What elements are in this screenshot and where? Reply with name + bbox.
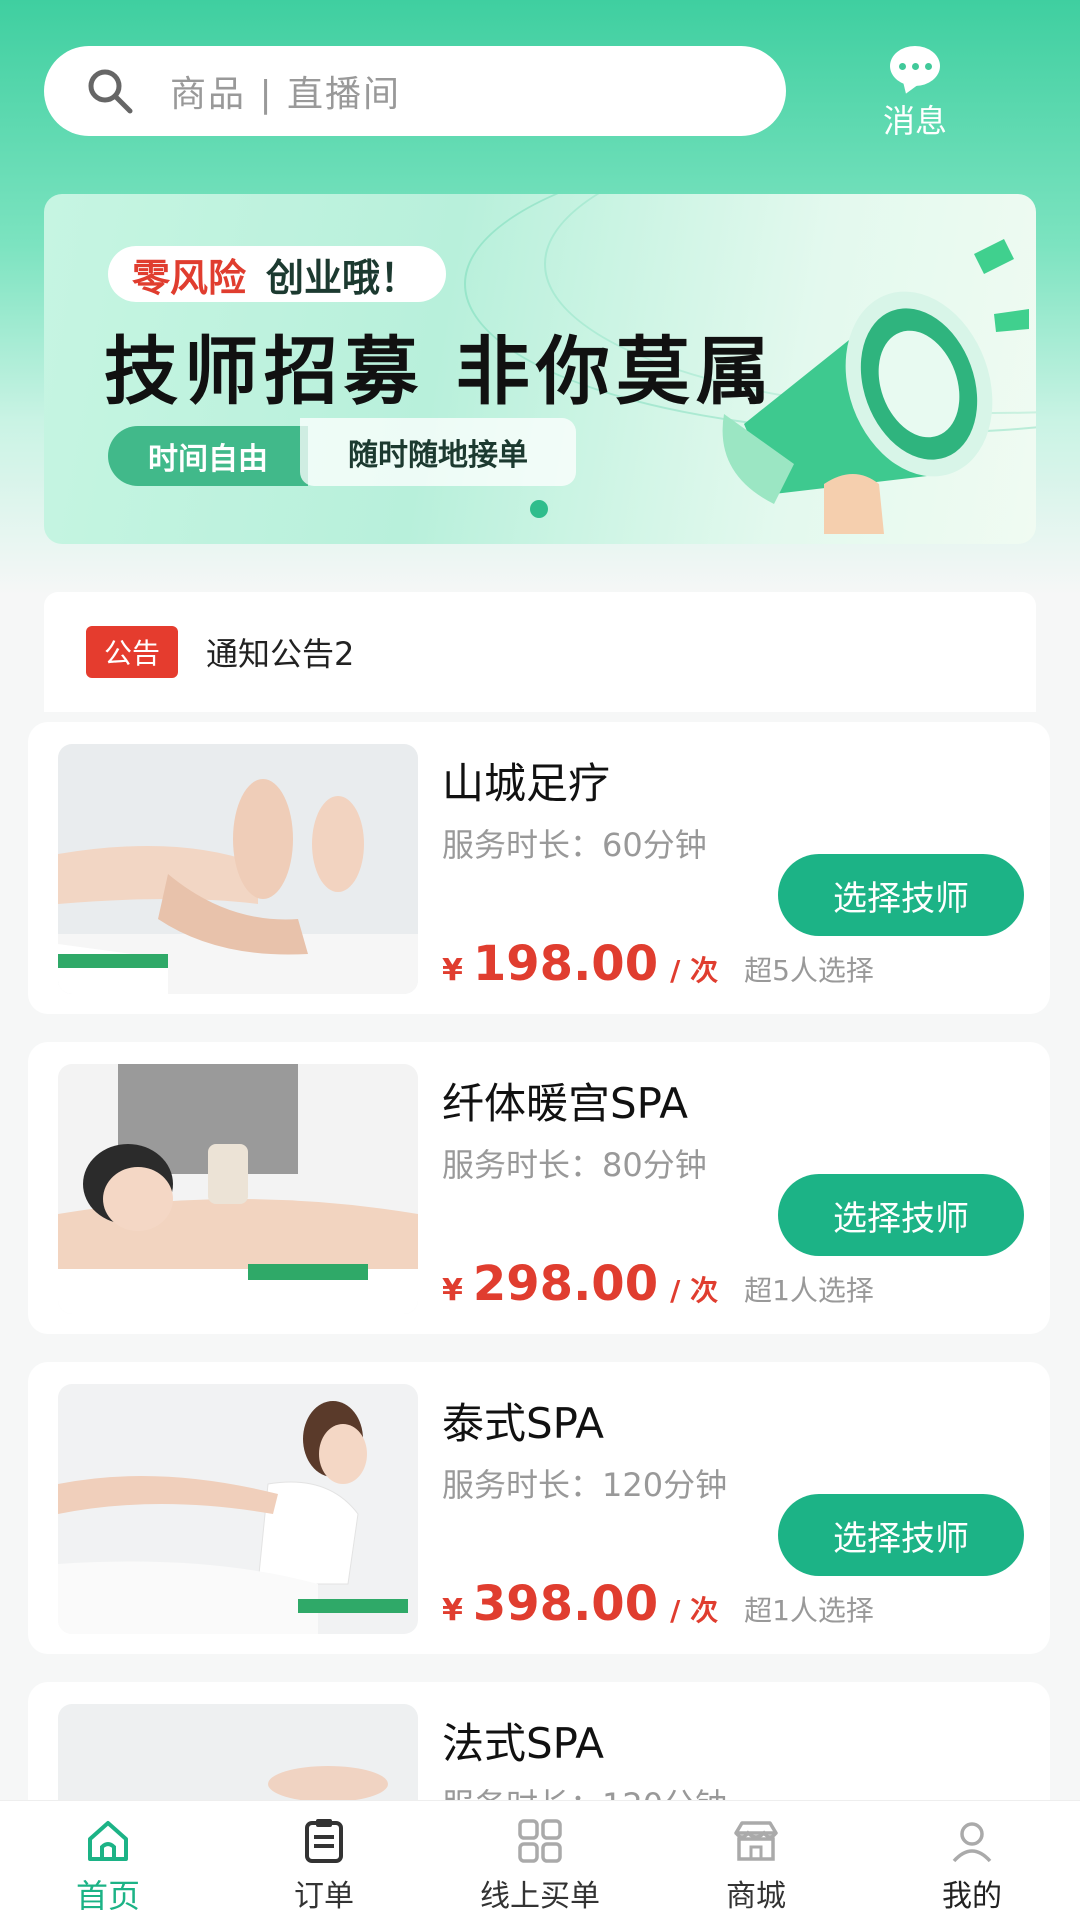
currency-symbol: ¥ <box>442 1593 463 1628</box>
selection-count: 超5人选择 <box>744 954 874 987</box>
notice-text: 通知公告2 <box>206 635 355 673</box>
price-unit: / 次 <box>670 954 719 987</box>
megaphone-icon <box>722 239 1029 534</box>
tab-orders[interactable]: 订单 <box>216 1801 432 1920</box>
user-icon <box>952 1822 992 1863</box>
service-image <box>58 1064 418 1314</box>
tab-label: 首页 <box>75 1877 140 1915</box>
selection-count: 超1人选择 <box>744 1594 874 1627</box>
service-image <box>58 1384 418 1634</box>
message-label: 消息 <box>882 102 947 140</box>
service-title: 山城足疗 <box>442 759 611 808</box>
tab-home[interactable]: 首页 <box>0 1801 216 1920</box>
price-unit: / 次 <box>670 1274 719 1307</box>
search-placeholder: 商品 | 直播间 <box>170 74 402 115</box>
tab-online-pay[interactable]: 线上买单 <box>432 1801 648 1920</box>
search-icon <box>88 69 133 114</box>
store-icon <box>734 1821 778 1861</box>
service-image <box>58 744 418 994</box>
service-title: 泰式SPA <box>442 1399 605 1448</box>
tab-label: 我的 <box>942 1879 1002 1914</box>
price-row: ¥ 298.00 / 次 超1人选择 <box>442 1256 874 1312</box>
price-unit: / 次 <box>670 1594 719 1627</box>
price-value: 398.00 <box>472 1576 659 1632</box>
banner-indicator[interactable] <box>530 500 548 518</box>
price-value: 198.00 <box>472 936 659 992</box>
price-row: ¥ 398.00 / 次 超1人选择 <box>442 1576 874 1632</box>
banner-tag-right: 随时随地接单 <box>300 418 576 486</box>
service-title: 纤体暖宫SPA <box>442 1079 689 1128</box>
grid-icon <box>518 1819 562 1863</box>
tab-mall[interactable]: 商城 <box>648 1801 864 1920</box>
bottom-tab-bar: 首页 订单 线上买单 商城 我的 <box>0 1800 1080 1920</box>
slogan-highlight: 零风险 <box>132 255 247 300</box>
service-duration: 服务时长：80分钟 <box>442 1146 707 1184</box>
currency-symbol: ¥ <box>442 953 463 988</box>
notice-badge: 公告 <box>86 626 179 678</box>
notice-bar[interactable]: 公告 通知公告2 <box>44 592 1036 712</box>
tab-label: 线上买单 <box>480 1879 600 1914</box>
tab-label: 商城 <box>726 1879 786 1914</box>
slogan-rest: 创业哦！ <box>266 255 419 300</box>
select-technician-button[interactable]: 选择技师 <box>778 1174 1024 1256</box>
currency-symbol: ¥ <box>442 1273 463 1308</box>
selection-count: 超1人选择 <box>744 1274 874 1307</box>
banner-title: 技师招募 非你莫属 <box>104 329 776 415</box>
search-input[interactable]: 商品 | 直播间 <box>44 46 786 136</box>
order-icon <box>305 1819 343 1863</box>
chat-bubble-icon <box>890 46 940 86</box>
service-card[interactable]: 山城足疗 服务时长：60分钟 选择技师 ¥ 198.00 / 次 超5人选择 <box>28 722 1050 1014</box>
service-duration: 服务时长：120分钟 <box>442 1466 728 1504</box>
service-card[interactable]: 泰式SPA 服务时长：120分钟 选择技师 ¥ 398.00 / 次 超1人选择 <box>28 1362 1050 1654</box>
service-title: 法式SPA <box>442 1719 605 1768</box>
service-card[interactable]: 纤体暖宫SPA 服务时长：80分钟 选择技师 ¥ 298.00 / 次 超1人选… <box>28 1042 1050 1334</box>
banner-tag-left: 时间自由 <box>108 426 308 486</box>
tab-label: 订单 <box>294 1879 354 1914</box>
price-value: 298.00 <box>472 1256 659 1312</box>
price-row: ¥ 198.00 / 次 超5人选择 <box>442 936 874 992</box>
message-button[interactable]: 消息 <box>860 46 970 142</box>
banner-slogan: 零风险 创业哦！ <box>108 246 447 302</box>
select-technician-button[interactable]: 选择技师 <box>778 854 1024 936</box>
select-technician-button[interactable]: 选择技师 <box>778 1494 1024 1576</box>
recruit-banner[interactable]: 零风险 创业哦！ 技师招募 非你莫属 时间自由 随时随地接单 <box>44 194 1036 544</box>
tab-mine[interactable]: 我的 <box>864 1801 1080 1920</box>
home-icon <box>88 1821 128 1861</box>
service-duration: 服务时长：60分钟 <box>442 826 707 864</box>
